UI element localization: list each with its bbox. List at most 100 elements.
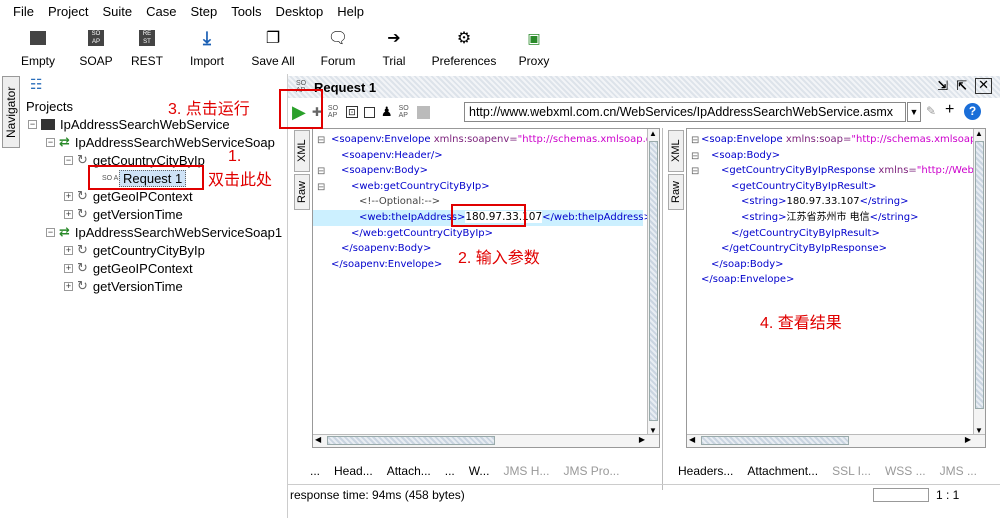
expand-icon[interactable]: + <box>64 209 73 219</box>
vertical-scrollbar[interactable]: ▲ ▼ <box>647 129 659 435</box>
preferences-button[interactable]: ⚙ Preferences <box>422 24 506 72</box>
tab-xml[interactable]: XML <box>294 130 310 172</box>
operation-icon: ↻ <box>77 206 88 221</box>
scroll-left-icon[interactable]: ◀ <box>315 435 321 444</box>
xml-tag: </soapenv:Body> <box>341 243 432 255</box>
split-icon[interactable] <box>363 106 375 118</box>
scroll-thumb[interactable] <box>701 436 849 445</box>
soap-button[interactable]: SO AP SOAP <box>76 24 116 72</box>
expand-icon[interactable]: + <box>64 281 73 291</box>
pane-divider[interactable] <box>662 128 663 490</box>
scroll-thumb[interactable] <box>975 141 984 409</box>
subtab-jms[interactable]: JMS ... <box>940 464 977 478</box>
collapse-icon[interactable]: − <box>28 119 37 129</box>
format-icon[interactable]: ⊡ <box>345 106 358 118</box>
subtab-jms-headers[interactable]: JMS H... <box>503 464 549 478</box>
horizontal-scrollbar[interactable]: ◀ ▶ <box>313 434 659 447</box>
subtab-ws[interactable]: W... <box>469 464 490 478</box>
auth-icon[interactable]: ✎ <box>926 104 936 118</box>
maximize-icon[interactable]: ⇱ <box>956 78 967 94</box>
xml-attr: xmlns:soap= <box>782 134 852 145</box>
xml-tag: </string> <box>859 196 909 208</box>
menu-project[interactable]: Project <box>41 0 95 24</box>
request-subtabs: ... Head... Attach... ... W... JMS H... … <box>310 460 619 482</box>
tree-root[interactable]: Projects <box>26 97 73 115</box>
navigator-tab[interactable]: Navigator <box>2 76 20 148</box>
operation-label: getGeoIPContext <box>92 188 193 204</box>
subtab-headers[interactable]: Head... <box>334 464 373 478</box>
scroll-up-icon[interactable]: ▲ <box>975 129 983 138</box>
expand-icon[interactable]: + <box>64 191 73 201</box>
scroll-thumb[interactable] <box>327 436 495 445</box>
xml-tag: <string> <box>741 211 787 223</box>
collapse-icon[interactable]: − <box>46 137 55 147</box>
subtab-wss[interactable]: WSS ... <box>885 464 926 478</box>
save-all-button[interactable]: ❐ Save All <box>236 24 310 72</box>
run-highlight-box <box>279 89 323 129</box>
tree-operation[interactable]: + ↻ getGeoIPContext <box>64 259 193 277</box>
soap-icon: SO AP <box>86 28 106 48</box>
empty-label: Empty <box>20 54 55 68</box>
subtab-attachments[interactable]: Attachment... <box>747 464 818 478</box>
import-button[interactable]: ⤓ Import <box>178 24 236 72</box>
wsdl-icon[interactable]: SO AP <box>399 105 411 119</box>
scroll-right-icon[interactable]: ▶ <box>965 435 971 444</box>
user-icon[interactable]: ♟ <box>381 104 393 120</box>
import-icon: ⤓ <box>203 27 211 48</box>
vertical-scrollbar[interactable]: ▲ ▼ <box>973 129 985 435</box>
trial-button[interactable]: ➔ Trial <box>366 24 422 72</box>
expand-icon[interactable]: + <box>64 263 73 273</box>
expand-icon[interactable]: + <box>64 245 73 255</box>
endpoint-dropdown-icon[interactable]: ▼ <box>907 102 921 122</box>
menu-step[interactable]: Step <box>183 0 224 24</box>
tab-raw[interactable]: Raw <box>668 174 684 210</box>
subtab[interactable]: ... <box>445 464 455 478</box>
detach-icon[interactable]: ⇲ <box>937 78 948 94</box>
scroll-up-icon[interactable]: ▲ <box>649 129 657 138</box>
help-icon[interactable]: ? <box>964 103 981 120</box>
horizontal-scrollbar[interactable]: ◀ ▶ <box>687 434 985 447</box>
menu-case[interactable]: Case <box>139 0 183 24</box>
subtab[interactable]: ... <box>310 464 320 478</box>
tree-operation[interactable]: + ↻ getVersionTime <box>64 277 183 295</box>
tree-operation[interactable]: + ↻ getVersionTime <box>64 205 183 223</box>
close-icon[interactable]: ✕ <box>975 78 992 94</box>
endpoint-url-field[interactable]: http://www.webxml.com.cn/WebServices/IpA… <box>464 102 906 122</box>
soap-label: SOAP <box>79 54 113 68</box>
collapse-icon[interactable]: − <box>64 155 73 165</box>
subtab-ssl-info[interactable]: SSL I... <box>832 464 871 478</box>
tab-xml[interactable]: XML <box>668 130 684 172</box>
interface-label: IpAddressSearchWebServiceSoap <box>74 134 275 150</box>
forum-button[interactable]: 🗨 Forum <box>310 24 366 72</box>
tree-operation[interactable]: + ↻ getCountryCityByIp <box>64 241 205 259</box>
scroll-thumb[interactable] <box>649 141 658 421</box>
menu-suite[interactable]: Suite <box>95 0 139 24</box>
subtab-attachments[interactable]: Attach... <box>387 464 431 478</box>
xml-tag: </soapenv:Envelope> <box>331 258 443 270</box>
tree-menu-icon[interactable]: ☷ <box>30 76 43 93</box>
tab-raw[interactable]: Raw <box>294 174 310 210</box>
xml-tag: <web:getCountryCityByIp> <box>351 180 490 192</box>
rest-button[interactable]: RE ST REST <box>116 24 178 72</box>
subtab-jms-properties[interactable]: JMS Pro... <box>563 464 619 478</box>
menu-tools[interactable]: Tools <box>224 0 268 24</box>
stop-icon[interactable] <box>416 105 430 119</box>
operation-icon: ↻ <box>77 152 88 167</box>
tree-interface-2[interactable]: − ⇄ IpAddressSearchWebServiceSoap1 <box>46 223 282 241</box>
wsdl-icon[interactable]: SO AP <box>328 105 340 119</box>
scroll-left-icon[interactable]: ◀ <box>689 435 695 444</box>
menu-desktop[interactable]: Desktop <box>269 0 331 24</box>
menu-help[interactable]: Help <box>330 0 371 24</box>
xml-tag: </string> <box>869 211 919 223</box>
request-xml-pane[interactable]: ⊟ ⊟ ⊟ <soapenv:Envelope xmlns:soapenv="ht… <box>312 128 660 448</box>
editor-title-bar: SO AP Request 1 ⇲ ⇱ ✕ <box>288 76 1000 98</box>
scroll-right-icon[interactable]: ▶ <box>639 435 645 444</box>
empty-button[interactable]: Empty <box>0 24 76 72</box>
collapse-icon[interactable]: − <box>46 227 55 237</box>
proxy-button[interactable]: ▣ Proxy <box>506 24 562 72</box>
subtab-headers[interactable]: Headers... <box>678 464 733 478</box>
add-icon[interactable]: + <box>945 101 954 119</box>
response-xml-pane[interactable]: ⊟ ⊟ ⊟ <soap:Envelope xmlns:soap="http://sc… <box>686 128 986 448</box>
menu-file[interactable]: File <box>6 0 41 24</box>
project-tree-panel: ☷ Projects − IpAddressSearchWebService − ⇄… <box>22 74 288 518</box>
